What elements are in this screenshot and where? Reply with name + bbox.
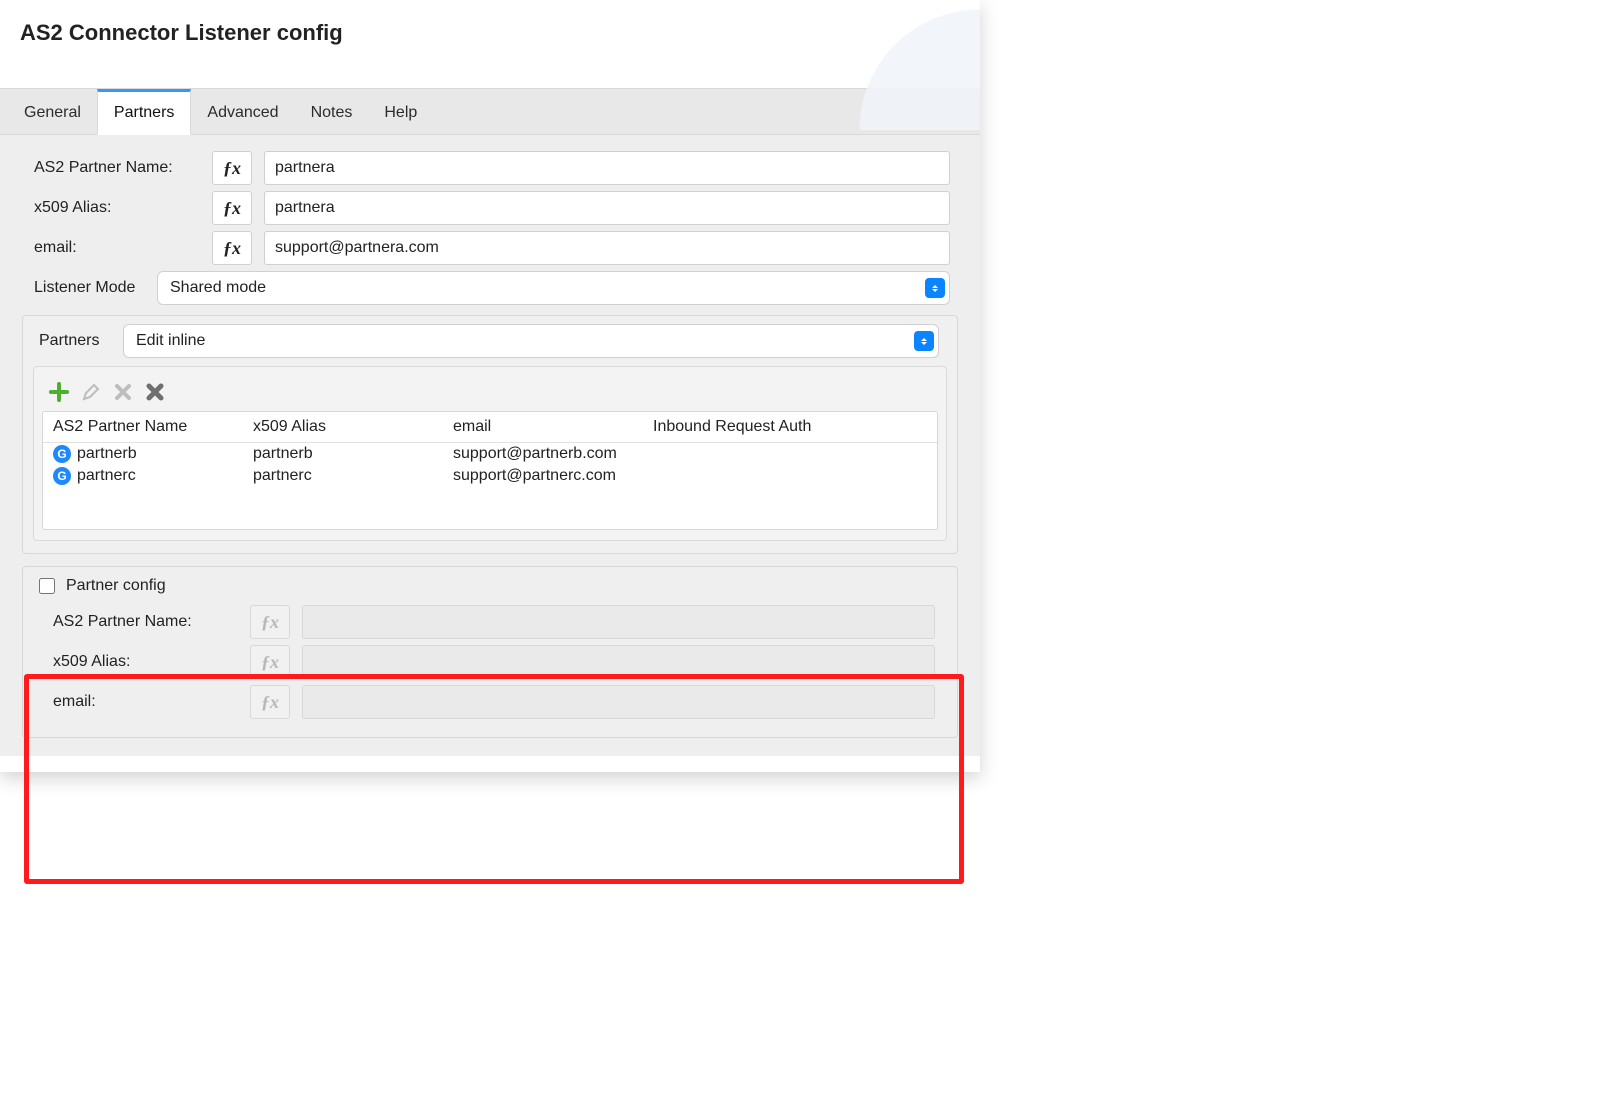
input-x509-alias[interactable]	[264, 191, 950, 225]
input-email[interactable]	[264, 231, 950, 265]
label-x509-alias: x509 Alias:	[12, 199, 212, 217]
col-x509-alias[interactable]: x509 Alias	[253, 418, 453, 436]
globe-icon: G	[53, 467, 71, 485]
pc-input-email	[302, 685, 935, 719]
pc-row-x509-alias: x509 Alias: ƒx	[35, 645, 945, 679]
cell-name: G partnerb	[53, 445, 253, 463]
row-as2-partner-name: AS2 Partner Name: ƒx	[12, 151, 968, 185]
partners-table: AS2 Partner Name x509 Alias email Inboun…	[42, 411, 938, 530]
tab-general[interactable]: General	[8, 89, 97, 134]
select-partners-mode-value: Edit inline	[136, 332, 205, 350]
tab-content: AS2 Partner Name: ƒx x509 Alias: ƒx emai…	[0, 135, 980, 756]
tabs-bar: General Partners Advanced Notes Help	[0, 88, 980, 135]
edit-icon[interactable]	[80, 381, 102, 403]
partner-config-checkbox[interactable]	[39, 578, 55, 594]
table-empty-space	[43, 487, 937, 529]
tab-notes[interactable]: Notes	[295, 89, 369, 134]
partners-toolbar	[42, 375, 938, 411]
tab-advanced[interactable]: Advanced	[191, 89, 294, 134]
add-icon[interactable]	[48, 381, 70, 403]
label-partners: Partners	[33, 332, 123, 350]
delete-icon[interactable]	[112, 381, 134, 403]
label-email: email:	[12, 239, 212, 257]
pc-fx-button-as2-partner-name[interactable]: ƒx	[250, 605, 290, 639]
pc-input-as2-partner-name	[302, 605, 935, 639]
panel-inner: AS2 Connector Listener config General Pa…	[0, 0, 980, 772]
input-as2-partner-name[interactable]	[264, 151, 950, 185]
partner-config-group: Partner config AS2 Partner Name: ƒx x509…	[22, 566, 958, 738]
pc-input-x509-alias	[302, 645, 935, 679]
tab-partners[interactable]: Partners	[97, 89, 191, 135]
pc-row-as2-partner-name: AS2 Partner Name: ƒx	[35, 605, 945, 639]
cell-name-text: partnerc	[77, 467, 136, 485]
col-email[interactable]: email	[453, 418, 653, 436]
table-row[interactable]: G partnerb partnerb support@partnerb.com	[43, 443, 937, 465]
pc-fx-button-email[interactable]: ƒx	[250, 685, 290, 719]
row-email: email: ƒx	[12, 231, 968, 265]
config-panel: AS2 Connector Listener config General Pa…	[0, 0, 980, 772]
select-listener-mode-value: Shared mode	[170, 279, 266, 297]
pc-label-as2-partner-name: AS2 Partner Name:	[35, 613, 250, 631]
caret-icon	[914, 331, 934, 351]
cell-alias: partnerc	[253, 467, 453, 485]
cell-email: support@partnerc.com	[453, 467, 653, 485]
cell-name: G partnerc	[53, 467, 253, 485]
row-x509-alias: x509 Alias: ƒx	[12, 191, 968, 225]
partners-table-wrap: AS2 Partner Name x509 Alias email Inboun…	[33, 366, 947, 541]
clear-icon[interactable]	[144, 381, 166, 403]
cell-alias: partnerb	[253, 445, 453, 463]
table-row[interactable]: G partnerc partnerc support@partnerc.com	[43, 465, 937, 487]
pc-row-email: email: ƒx	[35, 685, 945, 719]
globe-icon: G	[53, 445, 71, 463]
pc-label-x509-alias: x509 Alias:	[35, 653, 250, 671]
caret-icon	[925, 278, 945, 298]
label-as2-partner-name: AS2 Partner Name:	[12, 159, 212, 177]
partners-group-header: Partners Edit inline	[33, 324, 947, 358]
col-inbound-auth[interactable]: Inbound Request Auth	[653, 418, 927, 436]
tab-help[interactable]: Help	[368, 89, 433, 134]
label-listener-mode: Listener Mode	[12, 279, 157, 297]
table-header: AS2 Partner Name x509 Alias email Inboun…	[43, 412, 937, 443]
partners-group: Partners Edit inline	[22, 315, 958, 554]
fx-button-as2-partner-name[interactable]: ƒx	[212, 151, 252, 185]
col-as2-partner-name[interactable]: AS2 Partner Name	[53, 418, 253, 436]
select-listener-mode[interactable]: Shared mode	[157, 271, 950, 305]
partner-config-title: Partner config	[66, 577, 166, 595]
cell-name-text: partnerb	[77, 445, 137, 463]
select-partners-mode[interactable]: Edit inline	[123, 324, 939, 358]
pc-label-email: email:	[35, 693, 250, 711]
fx-button-x509-alias[interactable]: ƒx	[212, 191, 252, 225]
row-listener-mode: Listener Mode Shared mode	[12, 271, 968, 305]
partner-config-title-row: Partner config	[35, 575, 945, 597]
title-bar: AS2 Connector Listener config	[0, 0, 980, 88]
cell-email: support@partnerb.com	[453, 445, 653, 463]
window-title: AS2 Connector Listener config	[20, 20, 960, 46]
fx-button-email[interactable]: ƒx	[212, 231, 252, 265]
pc-fx-button-x509-alias[interactable]: ƒx	[250, 645, 290, 679]
